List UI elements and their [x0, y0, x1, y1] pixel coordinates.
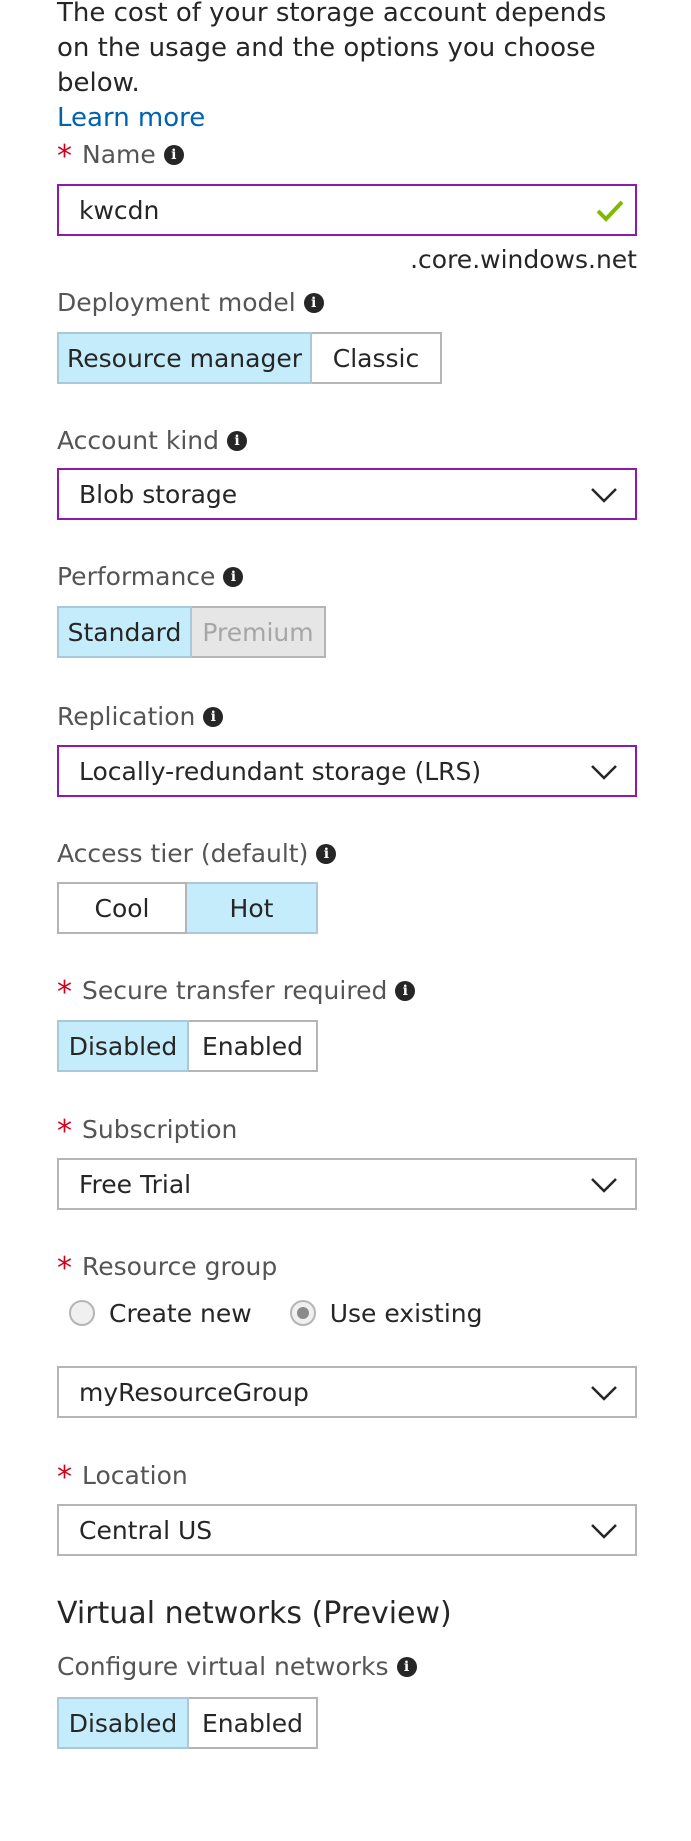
chevron-down-icon: [591, 765, 617, 780]
radio-selected-dot: [296, 1307, 309, 1319]
info-icon[interactable]: i: [203, 707, 224, 727]
chevron-down-icon: [591, 1386, 617, 1401]
name-domain-suffix: .core.windows.net: [410, 245, 637, 274]
replication-label: Replication i: [57, 700, 224, 734]
required-asterisk: *: [57, 1251, 72, 1286]
deployment-model-toggle: Resource manager Classic: [57, 332, 442, 384]
required-asterisk: *: [57, 975, 72, 1010]
secure-transfer-label: * Secure transfer required i: [57, 974, 416, 1010]
performance-option-premium: Premium: [192, 606, 326, 658]
virtual-networks-option-enabled[interactable]: Enabled: [189, 1697, 318, 1749]
deployment-option-classic[interactable]: Classic: [312, 332, 442, 384]
info-icon[interactable]: i: [163, 145, 184, 165]
subscription-value: Free Trial: [79, 1169, 192, 1199]
intro-description: The cost of your storage account depends…: [57, 0, 607, 98]
checkmark-icon: [596, 200, 624, 222]
subscription-label-text: Subscription: [82, 1115, 238, 1144]
learn-more-link[interactable]: Learn more: [57, 101, 637, 136]
deployment-model-label-text: Deployment model: [57, 288, 296, 317]
name-input-value: kwcdn: [79, 195, 160, 225]
access-tier-label-text: Access tier (default): [57, 839, 309, 868]
virtual-networks-toggle: Disabled Enabled: [57, 1697, 318, 1749]
required-asterisk: *: [57, 1114, 72, 1149]
info-icon[interactable]: i: [227, 431, 248, 451]
chevron-down-icon: [591, 1524, 617, 1539]
subscription-dropdown[interactable]: Free Trial: [57, 1158, 637, 1210]
account-kind-value: Blob storage: [79, 479, 238, 509]
chevron-down-icon: [591, 1178, 617, 1193]
location-label-text: Location: [82, 1461, 188, 1490]
secure-transfer-label-text: Secure transfer required: [82, 976, 388, 1005]
location-dropdown[interactable]: Central US: [57, 1504, 637, 1556]
chevron-down-icon: [591, 488, 617, 503]
access-tier-toggle: Cool Hot: [57, 882, 318, 934]
radio-create-new[interactable]: [69, 1300, 95, 1326]
info-icon[interactable]: i: [223, 567, 244, 587]
name-label-text: Name: [82, 140, 156, 169]
info-icon[interactable]: i: [316, 844, 337, 864]
radio-create-new-label[interactable]: Create new: [109, 1299, 252, 1328]
account-kind-label-text: Account kind: [57, 426, 220, 455]
info-icon[interactable]: i: [303, 293, 324, 313]
required-asterisk: *: [57, 139, 72, 174]
replication-dropdown[interactable]: Locally-redundant storage (LRS): [57, 745, 637, 797]
info-icon[interactable]: i: [395, 981, 416, 1001]
resource-group-label: * Resource group: [57, 1250, 277, 1284]
access-tier-option-cool[interactable]: Cool: [57, 882, 187, 934]
name-label: * Name i: [57, 138, 184, 172]
virtual-networks-option-disabled[interactable]: Disabled: [57, 1697, 189, 1749]
account-kind-dropdown[interactable]: Blob storage: [57, 468, 637, 520]
performance-option-standard[interactable]: Standard: [57, 606, 192, 658]
radio-use-existing[interactable]: [289, 1300, 316, 1326]
performance-label-text: Performance: [57, 562, 216, 591]
performance-toggle: Standard Premium: [57, 606, 326, 658]
required-asterisk: *: [57, 1460, 72, 1495]
deployment-option-resource-manager[interactable]: Resource manager: [57, 332, 312, 384]
account-kind-label: Account kind i: [57, 424, 248, 458]
secure-transfer-option-enabled[interactable]: Enabled: [189, 1020, 318, 1072]
replication-label-text: Replication: [57, 702, 196, 731]
access-tier-option-hot[interactable]: Hot: [187, 882, 318, 934]
access-tier-label: Access tier (default) i: [57, 837, 337, 871]
location-value: Central US: [79, 1515, 213, 1545]
secure-transfer-option-disabled[interactable]: Disabled: [57, 1020, 189, 1072]
secure-transfer-toggle: Disabled Enabled: [57, 1020, 318, 1072]
name-input[interactable]: kwcdn: [57, 184, 637, 236]
resource-group-dropdown[interactable]: myResourceGroup: [57, 1366, 637, 1418]
info-icon[interactable]: i: [396, 1657, 417, 1677]
resource-group-value: myResourceGroup: [79, 1377, 309, 1407]
deployment-model-label: Deployment model i: [57, 286, 324, 320]
performance-label: Performance i: [57, 560, 244, 594]
subscription-label: * Subscription: [57, 1113, 237, 1147]
configure-virtual-networks-label: Configure virtual networks i: [57, 1650, 417, 1684]
resource-group-label-text: Resource group: [82, 1252, 278, 1281]
virtual-networks-title: Virtual networks (Preview): [57, 1596, 452, 1631]
location-label: * Location: [57, 1459, 188, 1493]
resource-group-radio-group: Create new Use existing: [57, 1293, 483, 1333]
radio-use-existing-label[interactable]: Use existing: [330, 1299, 483, 1328]
intro-text: The cost of your storage account depends…: [57, 0, 637, 136]
replication-value: Locally-redundant storage (LRS): [79, 756, 482, 786]
configure-virtual-networks-label-text: Configure virtual networks: [57, 1652, 389, 1681]
